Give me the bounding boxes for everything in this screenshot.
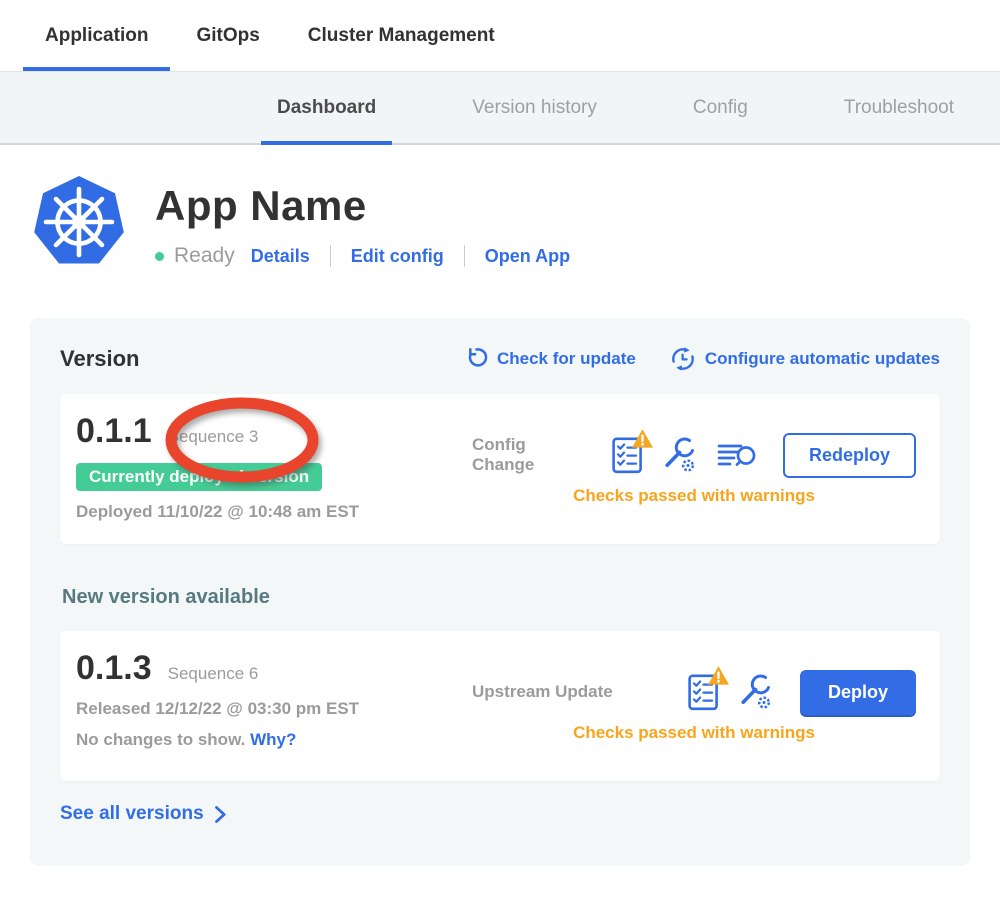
see-all-versions-label: See all versions: [60, 803, 204, 825]
available-version-number: 0.1.3: [76, 649, 152, 688]
page-title: App Name: [155, 182, 570, 230]
available-version-card: 0.1.3 Sequence 6 Released 12/12/22 @ 03:…: [60, 631, 940, 781]
check-for-update-label: Check for update: [497, 349, 636, 369]
wrench-gear-icon[interactable]: [737, 674, 774, 711]
subnav-tab-config[interactable]: Config: [693, 72, 748, 143]
available-checks-status: Checks passed with warnings: [472, 723, 916, 743]
warning-triangle-icon: [707, 665, 730, 686]
available-change-type: Upstream Update: [472, 682, 662, 702]
warning-triangle-icon: [631, 428, 654, 449]
open-app-link[interactable]: Open App: [485, 246, 570, 267]
app-subnav: Dashboard Version history Config Trouble…: [0, 72, 1000, 145]
configure-automatic-updates-link[interactable]: Configure automatic updates: [670, 346, 940, 372]
version-heading: Version: [60, 346, 139, 372]
deployed-timestamp: Deployed 11/10/22 @ 10:48 am EST: [76, 502, 436, 522]
edit-config-link[interactable]: Edit config: [351, 246, 444, 267]
why-link[interactable]: Why?: [250, 730, 296, 749]
kubernetes-logo: [33, 176, 125, 268]
deployed-status-badge: Currently deployed version: [76, 463, 322, 491]
nav-tab-gitops[interactable]: GitOps: [196, 0, 259, 71]
nav-tab-cluster-management[interactable]: Cluster Management: [308, 0, 495, 71]
check-for-update-link[interactable]: Check for update: [464, 347, 636, 371]
divider: [330, 245, 331, 267]
details-link[interactable]: Details: [251, 246, 310, 267]
see-all-versions-link[interactable]: See all versions: [60, 803, 227, 825]
subnav-tab-dashboard[interactable]: Dashboard: [277, 72, 376, 143]
wrench-gear-icon[interactable]: [661, 437, 698, 474]
divider: [464, 245, 465, 267]
released-timestamp: Released 12/12/22 @ 03:30 pm EST: [76, 699, 436, 719]
preflight-checks-icon[interactable]: [688, 674, 719, 711]
app-header: App Name Ready Details Edit config Open …: [0, 145, 1000, 268]
status-dot-ready: [155, 252, 164, 261]
current-sequence-label: Sequence 3: [168, 427, 259, 447]
redeploy-button[interactable]: Redeploy: [783, 433, 916, 478]
version-panel: Version Check for update Configure autom…: [30, 318, 970, 866]
current-version-number: 0.1.1: [76, 412, 152, 451]
refresh-icon: [464, 347, 488, 371]
no-changes-text: No changes to show.: [76, 730, 245, 749]
deploy-button[interactable]: Deploy: [800, 670, 916, 715]
primary-nav: Application GitOps Cluster Management: [0, 0, 1000, 72]
available-sequence-label: Sequence 6: [168, 664, 259, 684]
nav-tab-application[interactable]: Application: [45, 0, 148, 71]
current-checks-status: Checks passed with warnings: [472, 486, 916, 506]
chevron-right-icon: [214, 805, 227, 824]
current-version-card: 0.1.1 Sequence 3 Currently deployed vers…: [60, 394, 940, 544]
preflight-checks-icon[interactable]: [612, 437, 643, 474]
current-change-type: Config Change: [472, 435, 586, 475]
app-status: Ready: [174, 244, 235, 268]
subnav-tab-troubleshoot[interactable]: Troubleshoot: [844, 72, 954, 143]
clock-refresh-icon: [670, 346, 696, 372]
subnav-tab-version-history[interactable]: Version history: [472, 72, 597, 143]
configure-automatic-updates-label: Configure automatic updates: [705, 349, 940, 369]
file-search-icon[interactable]: [716, 440, 757, 471]
new-version-heading: New version available: [62, 586, 940, 609]
